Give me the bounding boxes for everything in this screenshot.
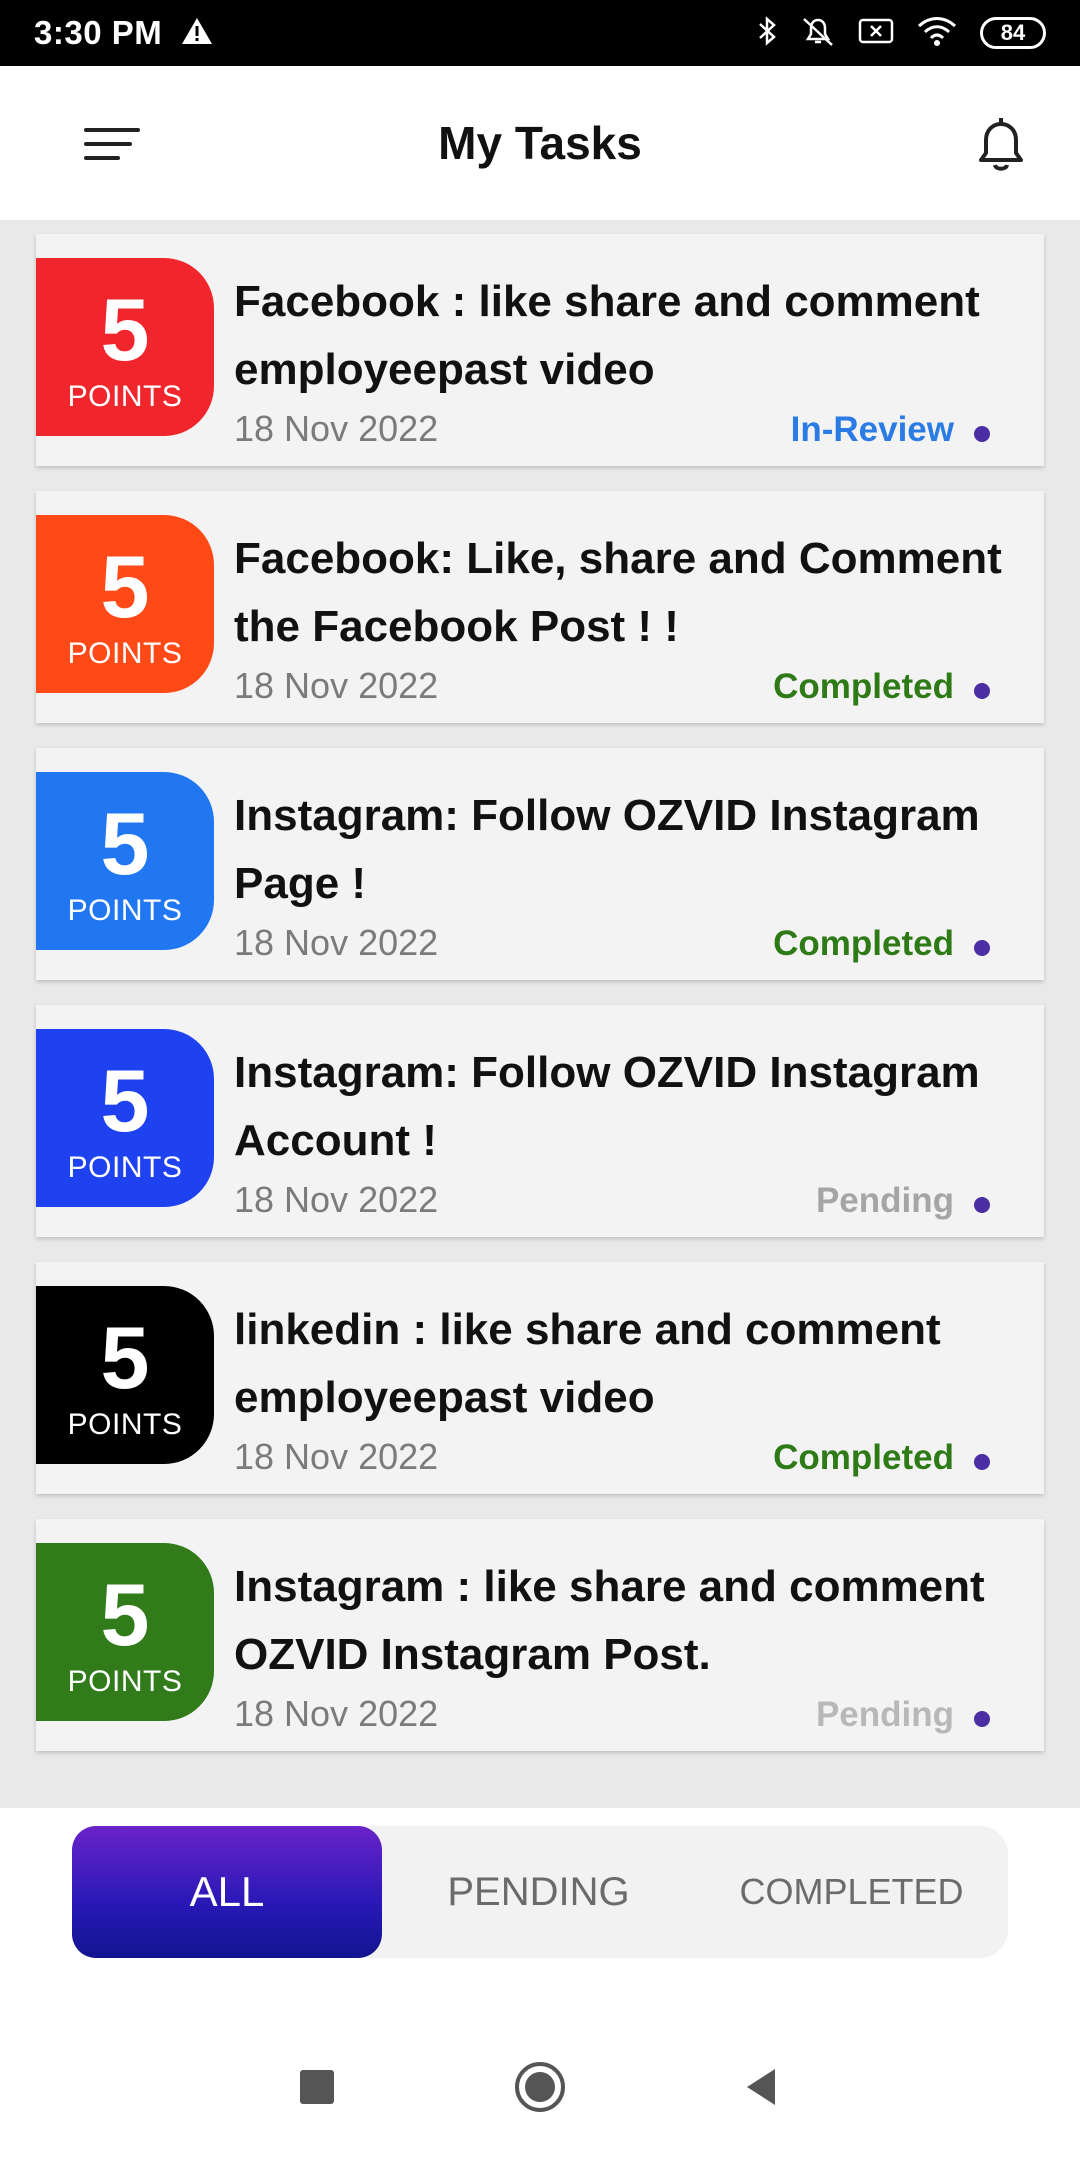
task-title: linkedin : like share and comment employ…	[234, 1305, 941, 1422]
task-title: Facebook: Like, share and Comment the Fa…	[234, 534, 1002, 651]
task-status: Completed	[773, 1438, 954, 1477]
points-label: POINTS	[67, 894, 183, 927]
points-label: POINTS	[67, 1151, 183, 1184]
status-dot	[974, 1454, 990, 1470]
warning-icon	[180, 16, 214, 51]
filter-tab-all[interactable]: ALL	[72, 1826, 382, 1958]
status-dot	[974, 940, 990, 956]
task-card[interactable]: 5 POINTS Instagram: Follow OZVID Instagr…	[36, 748, 1044, 980]
task-card[interactable]: 5 POINTS Facebook : like share and comme…	[36, 234, 1044, 466]
task-status: Completed	[773, 924, 954, 963]
home-icon[interactable]	[513, 2060, 567, 2114]
task-date: 18 Nov 2022	[234, 922, 439, 963]
wifi-icon	[916, 15, 958, 52]
points-label: POINTS	[67, 1665, 183, 1698]
task-card[interactable]: 5 POINTS Instagram: Follow OZVID Instagr…	[36, 1005, 1044, 1237]
status-bar: 3:30 PM 84	[0, 0, 1080, 66]
points-badge: 5 POINTS	[36, 515, 214, 693]
points-badge: 5 POINTS	[36, 1029, 214, 1207]
filter-bar: ALL PENDING COMPLETED	[72, 1826, 1008, 1958]
menu-icon[interactable]	[82, 124, 144, 164]
points-label: POINTS	[67, 380, 183, 413]
points-label: POINTS	[67, 637, 183, 670]
points-value: 5	[100, 794, 150, 893]
close-box-icon	[858, 16, 894, 51]
bluetooth-icon	[756, 15, 778, 52]
task-date: 18 Nov 2022	[234, 1436, 439, 1477]
points-value: 5	[100, 537, 150, 636]
points-badge: 5 POINTS	[36, 1286, 214, 1464]
points-badge: 5 POINTS	[36, 1543, 214, 1721]
task-date: 18 Nov 2022	[234, 665, 439, 706]
task-title: Instagram : like share and comment OZVID…	[234, 1562, 985, 1679]
filter-tab-completed[interactable]: COMPLETED	[695, 1826, 1008, 1958]
page-title: My Tasks	[438, 117, 642, 169]
points-value: 5	[100, 1051, 150, 1150]
task-status: In-Review	[790, 410, 954, 449]
points-badge: 5 POINTS	[36, 258, 214, 436]
task-card[interactable]: 5 POINTS linkedin : like share and comme…	[36, 1262, 1044, 1494]
task-status: Pending	[815, 1695, 954, 1734]
task-date: 18 Nov 2022	[234, 1179, 439, 1220]
points-badge: 5 POINTS	[36, 772, 214, 950]
task-card[interactable]: 5 POINTS Instagram : like share and comm…	[36, 1519, 1044, 1751]
status-dot	[974, 426, 990, 442]
task-title: Instagram: Follow OZVID Instagram Page !	[234, 791, 980, 908]
points-value: 5	[100, 1565, 150, 1664]
points-label: POINTS	[67, 1408, 183, 1441]
task-title: Facebook : like share and comment employ…	[234, 277, 980, 394]
status-right: 84	[756, 15, 1046, 52]
battery-icon: 84	[980, 17, 1046, 49]
task-date: 18 Nov 2022	[234, 408, 439, 449]
navigation-bar	[0, 2008, 1080, 2160]
back-icon[interactable]	[735, 2060, 789, 2114]
mute-icon	[800, 15, 836, 52]
app-bar: My Tasks	[0, 66, 1080, 220]
recents-icon[interactable]	[290, 2060, 344, 2114]
task-card[interactable]: 5 POINTS Facebook: Like, share and Comme…	[36, 491, 1044, 723]
filter-area: ALL PENDING COMPLETED	[0, 1808, 1080, 2008]
status-left: 3:30 PM	[34, 14, 214, 52]
task-title: Instagram: Follow OZVID Instagram Accoun…	[234, 1048, 980, 1165]
points-value: 5	[100, 1308, 150, 1407]
filter-tab-pending[interactable]: PENDING	[382, 1826, 695, 1958]
bell-icon[interactable]	[972, 114, 1030, 174]
task-list[interactable]: 5 POINTS Facebook : like share and comme…	[0, 220, 1080, 1808]
status-dot	[974, 1711, 990, 1727]
task-status: Completed	[773, 667, 954, 706]
status-dot	[974, 683, 990, 699]
status-time: 3:30 PM	[34, 14, 163, 51]
task-date: 18 Nov 2022	[234, 1693, 439, 1734]
status-dot	[974, 1197, 990, 1213]
task-status: Pending	[815, 1181, 954, 1220]
points-value: 5	[100, 280, 150, 379]
